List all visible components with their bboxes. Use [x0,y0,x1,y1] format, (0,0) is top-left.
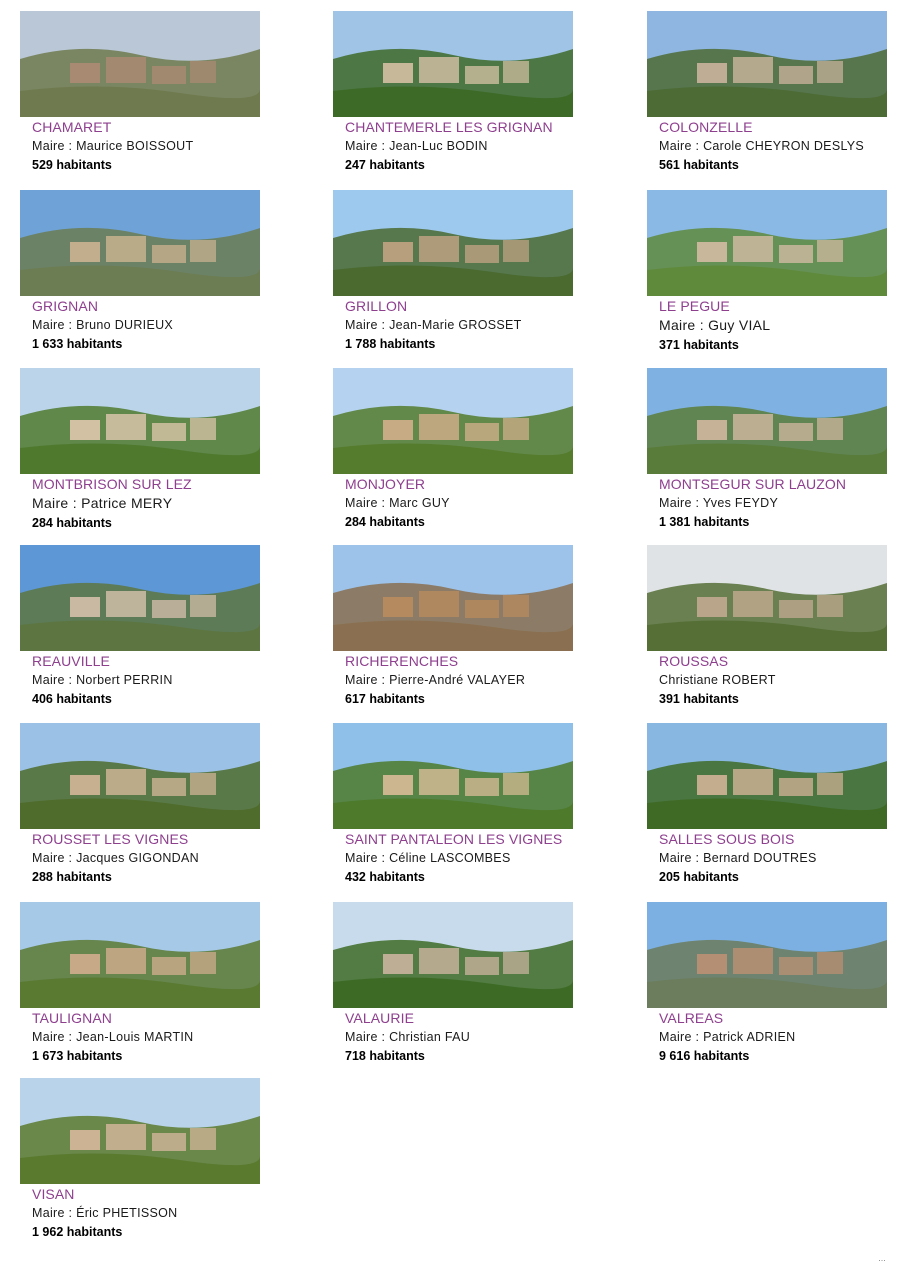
village-card: ROUSSET LES VIGNES Maire : Jacques GIGOND… [20,723,262,884]
village-name: GRIGNAN [32,298,99,314]
village-photo [647,545,887,651]
village-mayor: Maire : Éric PHETISSON [32,1206,178,1220]
village-name: MONJOYER [345,476,426,492]
village-photo [20,11,260,117]
village-photo [333,190,573,296]
village-photo [647,11,887,117]
village-population: 529 habitants [32,158,112,172]
village-photo [20,902,260,1008]
village-population: 561 habitants [659,158,739,172]
village-card: CHAMARET Maire : Maurice BOISSOUT 529 habi… [20,11,262,172]
village-card: MONTBRISON SUR LEZ Maire : Patrice MERY 28… [20,368,262,530]
village-population: 371 habitants [659,338,739,352]
village-mayor: Maire : Marc GUY [345,496,450,510]
village-mayor: Maire : Jacques GIGONDAN [32,851,199,865]
village-population: 1 962 habitants [32,1225,123,1239]
village-population: 406 habitants [32,692,112,706]
village-card: MONTSEGUR SUR LAUZON Maire : Yves FEYDY 1 … [647,368,889,529]
village-photo [333,11,573,117]
village-card: LE PEGUE Maire : Guy VIAL 371 habitants [647,190,889,352]
village-name: TAULIGNAN [32,1010,112,1026]
village-name: LE PEGUE [659,298,730,314]
village-mayor: Maire : Carole CHEYRON DESLYS [659,139,865,153]
village-name: MONTBRISON SUR LEZ [32,476,192,492]
village-mayor: Maire : Bernard DOUTRES [659,851,817,865]
village-card: SALLES SOUS BOIS Maire : Bernard DOUTRES 2… [647,723,889,884]
village-name: CHAMARET [32,119,112,135]
village-photo [20,545,260,651]
village-name: ROUSSET LES VIGNES [32,831,189,847]
village-photo [20,1078,260,1184]
village-population: 432 habitants [345,870,425,884]
village-mayor: Maire : Patrick ADRIEN [659,1030,796,1044]
village-card: RICHERENCHES Maire : Pierre-André VALAYER… [333,545,575,706]
village-mayor: Maire : Yves FEYDY [659,496,779,510]
village-population: 9 616 habitants [659,1049,750,1063]
village-card: REAUVILLE Maire : Norbert PERRIN 406 habit… [20,545,262,706]
village-name: RICHERENCHES [345,653,459,669]
village-name: SALLES SOUS BOIS [659,831,795,847]
village-population: 391 habitants [659,692,739,706]
village-card: ROUSSAS Christiane ROBERT 391 habitants [647,545,889,706]
village-population: 1 633 habitants [32,337,123,351]
village-photo [647,190,887,296]
village-name: SAINT PANTALEON LES VIGNES [345,831,563,847]
village-card: VALREAS Maire : Patrick ADRIEN 9 616 habit… [647,902,889,1063]
village-photo [20,723,260,829]
village-mayor: Maire : Maurice BOISSOUT [32,139,194,153]
village-photo [333,368,573,474]
village-mayor: Maire : Christian FAU [345,1030,471,1044]
village-mayor: Maire : Norbert PERRIN [32,673,173,687]
village-mayor: Maire : Jean-Luc BODIN [345,139,488,153]
village-photo [333,902,573,1008]
village-photo [647,723,887,829]
village-card: CHANTEMERLE LES GRIGNAN Maire : Jean-Luc … [333,11,575,172]
village-name: CHANTEMERLE LES GRIGNAN [345,119,553,135]
village-population: 284 habitants [345,515,425,529]
village-mayor: Maire : Pierre-André VALAYER [345,673,526,687]
village-mayor: Christiane ROBERT [659,673,776,687]
village-population: 617 habitants [345,692,425,706]
village-mayor: Maire : Bruno DURIEUX [32,318,174,332]
village-name: VALAURIE [345,1010,415,1026]
page-footer: … [878,1254,886,1263]
village-mayor: Maire : Guy VIAL [659,317,771,333]
village-mayor: Maire : Patrice MERY [32,495,173,511]
village-population: 247 habitants [345,158,425,172]
village-card: TAULIGNAN Maire : Jean-Louis MARTIN 1 673 … [20,902,262,1063]
village-card: MONJOYER Maire : Marc GUY 284 habitants [333,368,575,529]
village-name: VALREAS [659,1010,724,1026]
village-photo [647,902,887,1008]
village-card: GRIGNAN Maire : Bruno DURIEUX 1 633 habita… [20,190,262,351]
village-card: GRILLON Maire : Jean-Marie GROSSET 1 788 h… [333,190,575,351]
village-mayor: Maire : Jean-Marie GROSSET [345,318,522,332]
village-population: 1 788 habitants [345,337,436,351]
village-population: 1 381 habitants [659,515,750,529]
village-name: VISAN [32,1186,75,1202]
village-population: 205 habitants [659,870,739,884]
village-photo [333,545,573,651]
village-card: VISAN Maire : Éric PHETISSON 1 962 habitan… [20,1078,262,1239]
village-photo [647,368,887,474]
village-population: 1 673 habitants [32,1049,123,1063]
village-mayor: Maire : Céline LASCOMBES [345,851,511,865]
village-name: MONTSEGUR SUR LAUZON [659,476,847,492]
village-population: 284 habitants [32,516,112,530]
village-card: VALAURIE Maire : Christian FAU 718 habitan… [333,902,575,1063]
village-name: COLONZELLE [659,119,753,135]
village-mayor: Maire : Jean-Louis MARTIN [32,1030,194,1044]
village-photo [333,723,573,829]
village-name: REAUVILLE [32,653,110,669]
village-card: COLONZELLE Maire : Carole CHEYRON DESLYS 5… [647,11,889,172]
village-photo [20,368,260,474]
village-card: SAINT PANTALEON LES VIGNES Maire : Céline… [333,723,575,884]
village-photo [20,190,260,296]
village-population: 288 habitants [32,870,112,884]
village-population: 718 habitants [345,1049,425,1063]
village-name: GRILLON [345,298,408,314]
village-name: ROUSSAS [659,653,729,669]
